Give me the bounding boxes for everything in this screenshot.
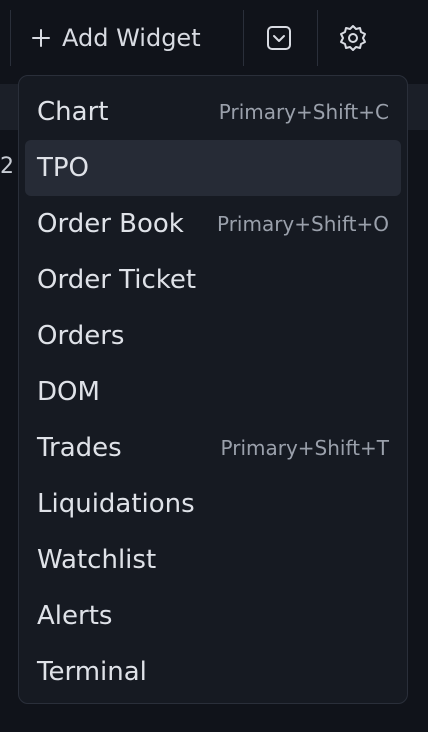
menu-item-label: Order Ticket [37,265,197,295]
background-edge-text: 2 [0,154,14,179]
menu-item-label: Order Book [37,209,184,239]
menu-item-label: Watchlist [37,545,157,575]
toolbar-separator [10,10,11,66]
menu-item-label: Trades [37,433,122,463]
add-widget-dropdown: Chart Primary+Shift+C TPO Order Book Primary… [18,75,408,704]
add-widget-label: Add Widget [62,24,201,52]
menu-item-chart[interactable]: Chart Primary+Shift+C [25,84,401,140]
menu-item-label: Orders [37,321,125,351]
menu-item-shortcut: Primary+Shift+O [216,212,389,236]
widget-menu-list: Chart Primary+Shift+C TPO Order Book Primary… [19,84,407,700]
toolbar-separator [317,10,318,66]
menu-item-shortcut: Primary+Shift+C [218,100,389,124]
menu-item-orders[interactable]: Orders [25,308,401,364]
menu-item-label: Alerts [37,601,113,631]
menu-item-terminal[interactable]: Terminal [25,644,401,700]
menu-item-label: Terminal [37,657,147,687]
gear-icon [340,25,366,51]
add-widget-button[interactable]: Add Widget [30,14,201,62]
menu-item-dom[interactable]: DOM [25,364,401,420]
app-root: Add Widget 2 Chart Primary+Shift+C TPO Orde… [0,0,428,732]
menu-item-trades[interactable]: Trades Primary+Shift+T [25,420,401,476]
menu-item-label: TPO [37,153,90,183]
collapse-button[interactable] [263,22,295,54]
menu-item-order-ticket[interactable]: Order Ticket [25,252,401,308]
menu-item-tpo[interactable]: TPO [25,140,401,196]
menu-item-label: Chart [37,97,109,127]
settings-button[interactable] [337,22,369,54]
menu-item-order-book[interactable]: Order Book Primary+Shift+O [25,196,401,252]
menu-item-label: Liquidations [37,489,195,519]
toolbar-separator [243,10,244,66]
toolbar: Add Widget [0,0,428,76]
plus-icon [30,27,52,49]
menu-item-alerts[interactable]: Alerts [25,588,401,644]
menu-item-label: DOM [37,377,100,407]
menu-item-shortcut: Primary+Shift+T [220,436,389,460]
chevron-down-square-icon [267,26,291,50]
menu-item-liquidations[interactable]: Liquidations [25,476,401,532]
menu-item-watchlist[interactable]: Watchlist [25,532,401,588]
